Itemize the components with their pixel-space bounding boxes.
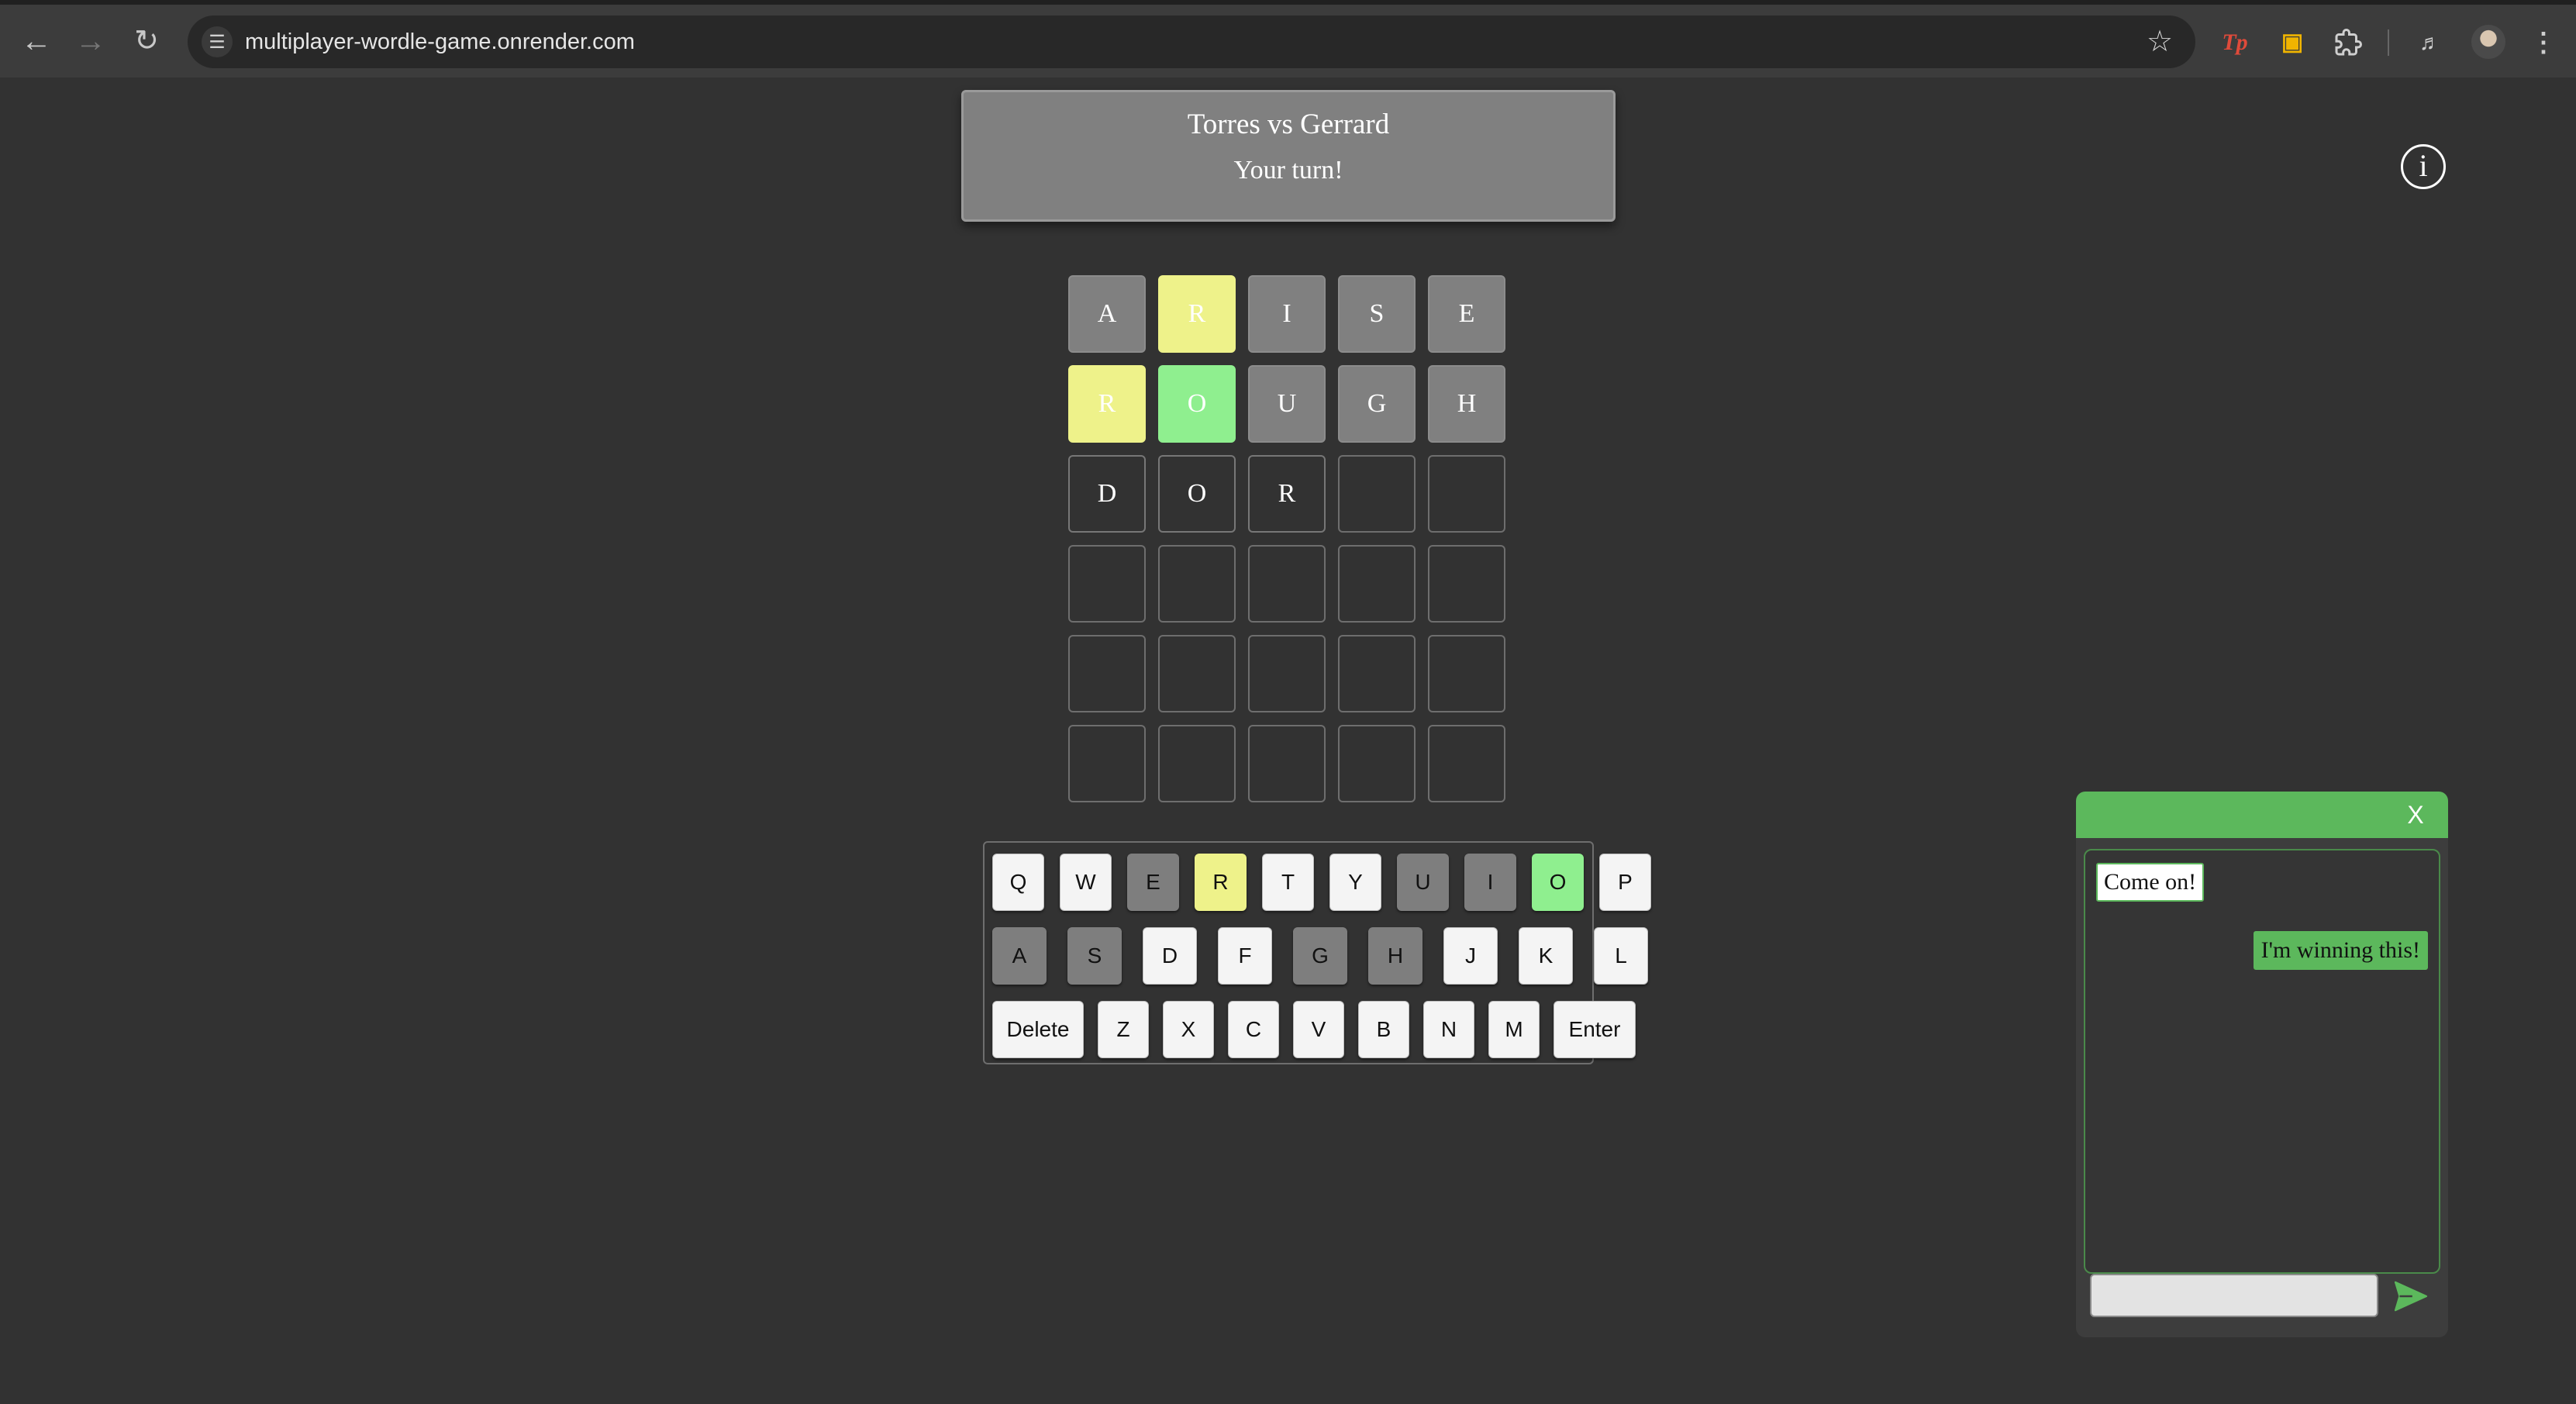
key-g[interactable]: G — [1293, 927, 1347, 985]
board-tile — [1428, 725, 1505, 802]
board-tile — [1248, 635, 1326, 712]
board-tile — [1068, 725, 1146, 802]
on-screen-keyboard: Q W E R T Y U I O P A S D F G H J K L Delete Z X C V B N M Enter — [983, 841, 1651, 1064]
key-s[interactable]: S — [1067, 927, 1122, 985]
board-tile — [1158, 635, 1236, 712]
key-z[interactable]: Z — [1098, 1001, 1149, 1058]
chat-message-list: Come on! I'm winning this! — [2084, 849, 2440, 1274]
board-tile: E — [1428, 275, 1505, 353]
key-i[interactable]: I — [1464, 854, 1516, 911]
star-icon[interactable]: ☆ — [2143, 25, 2177, 59]
board-tile — [1338, 725, 1416, 802]
reload-icon[interactable]: ↻ — [127, 22, 166, 60]
key-l[interactable]: L — [1594, 927, 1648, 985]
key-f[interactable]: F — [1218, 927, 1272, 985]
tab-strip-edge — [0, 0, 2576, 5]
key-y[interactable]: Y — [1329, 854, 1381, 911]
key-r[interactable]: R — [1195, 854, 1247, 911]
board-tile: R — [1068, 365, 1146, 443]
key-e[interactable]: E — [1127, 854, 1179, 911]
board-tile: O — [1158, 455, 1236, 533]
info-icon[interactable]: i — [2401, 144, 2446, 189]
board-tile: G — [1338, 365, 1416, 443]
send-icon[interactable] — [2389, 1278, 2433, 1314]
board-tile — [1428, 455, 1505, 533]
key-q[interactable]: Q — [992, 854, 1044, 911]
key-n[interactable]: N — [1423, 1001, 1474, 1058]
board-tile — [1338, 635, 1416, 712]
kebab-menu-icon[interactable]: ⋮ — [2524, 23, 2563, 62]
board-tile: U — [1248, 365, 1326, 443]
chat-header: X — [2076, 792, 2448, 838]
board-tile — [1338, 545, 1416, 623]
key-u[interactable]: U — [1397, 854, 1449, 911]
board-tile — [1428, 545, 1505, 623]
board-tile — [1158, 545, 1236, 623]
shopping-bag-extension-icon[interactable]: ▣ — [2273, 23, 2312, 62]
toolbar-divider — [2388, 29, 2389, 56]
key-a[interactable]: A — [992, 927, 1047, 985]
board-tile — [1338, 455, 1416, 533]
key-m[interactable]: M — [1488, 1001, 1540, 1058]
chat-input[interactable] — [2090, 1274, 2378, 1317]
chat-close-button[interactable]: X — [2400, 798, 2431, 832]
media-control-icon[interactable]: ♬ — [2411, 23, 2450, 62]
key-o[interactable]: O — [1532, 854, 1584, 911]
key-c[interactable]: C — [1228, 1001, 1279, 1058]
matchup-title: Torres vs Gerrard — [1187, 109, 1390, 140]
url-text[interactable]: multiplayer-wordle-game.onrender.com — [245, 16, 635, 68]
key-k[interactable]: K — [1519, 927, 1573, 985]
key-enter[interactable]: Enter — [1554, 1001, 1636, 1058]
key-v[interactable]: V — [1293, 1001, 1344, 1058]
board-tile: S — [1338, 275, 1416, 353]
board-tile — [1068, 545, 1146, 623]
tp-extension-icon[interactable]: Tp — [2216, 23, 2254, 62]
board-tile — [1248, 545, 1326, 623]
avatar[interactable] — [2471, 25, 2505, 59]
board-tile — [1158, 725, 1236, 802]
board-tile — [1068, 635, 1146, 712]
chat-message-opponent: Come on! — [2096, 863, 2205, 902]
key-delete[interactable]: Delete — [992, 1001, 1084, 1058]
board-tile: O — [1158, 365, 1236, 443]
tune-icon[interactable]: ☰ — [202, 26, 233, 57]
key-t[interactable]: T — [1262, 854, 1314, 911]
board-tile — [1248, 725, 1326, 802]
key-d[interactable]: D — [1143, 927, 1197, 985]
board-tile — [1428, 635, 1505, 712]
key-w[interactable]: W — [1060, 854, 1112, 911]
key-p[interactable]: P — [1599, 854, 1651, 911]
forward-arrow-icon[interactable]: → — [71, 22, 110, 60]
key-b[interactable]: B — [1358, 1001, 1409, 1058]
chat-panel: X Come on! I'm winning this! — [2076, 792, 2448, 1337]
key-h[interactable]: H — [1368, 927, 1422, 985]
board-tile: I — [1248, 275, 1326, 353]
back-arrow-icon[interactable]: ← — [17, 22, 56, 60]
board-tile: A — [1068, 275, 1146, 353]
browser-toolbar: ← → ↻ ☰ multiplayer-wordle-game.onrender… — [0, 0, 2576, 78]
puzzle-icon[interactable] — [2329, 23, 2367, 62]
board-tile: D — [1068, 455, 1146, 533]
turn-status: Your turn! — [1233, 156, 1343, 185]
address-bar[interactable]: ☰ multiplayer-wordle-game.onrender.com ☆ — [188, 16, 2195, 68]
board-tile: R — [1248, 455, 1326, 533]
game-header: Torres vs Gerrard Your turn! — [961, 90, 1616, 222]
key-j[interactable]: J — [1443, 927, 1498, 985]
chat-message-mine: I'm winning this! — [2253, 931, 2428, 970]
board-tile: H — [1428, 365, 1505, 443]
key-x[interactable]: X — [1163, 1001, 1214, 1058]
board-tile: R — [1158, 275, 1236, 353]
